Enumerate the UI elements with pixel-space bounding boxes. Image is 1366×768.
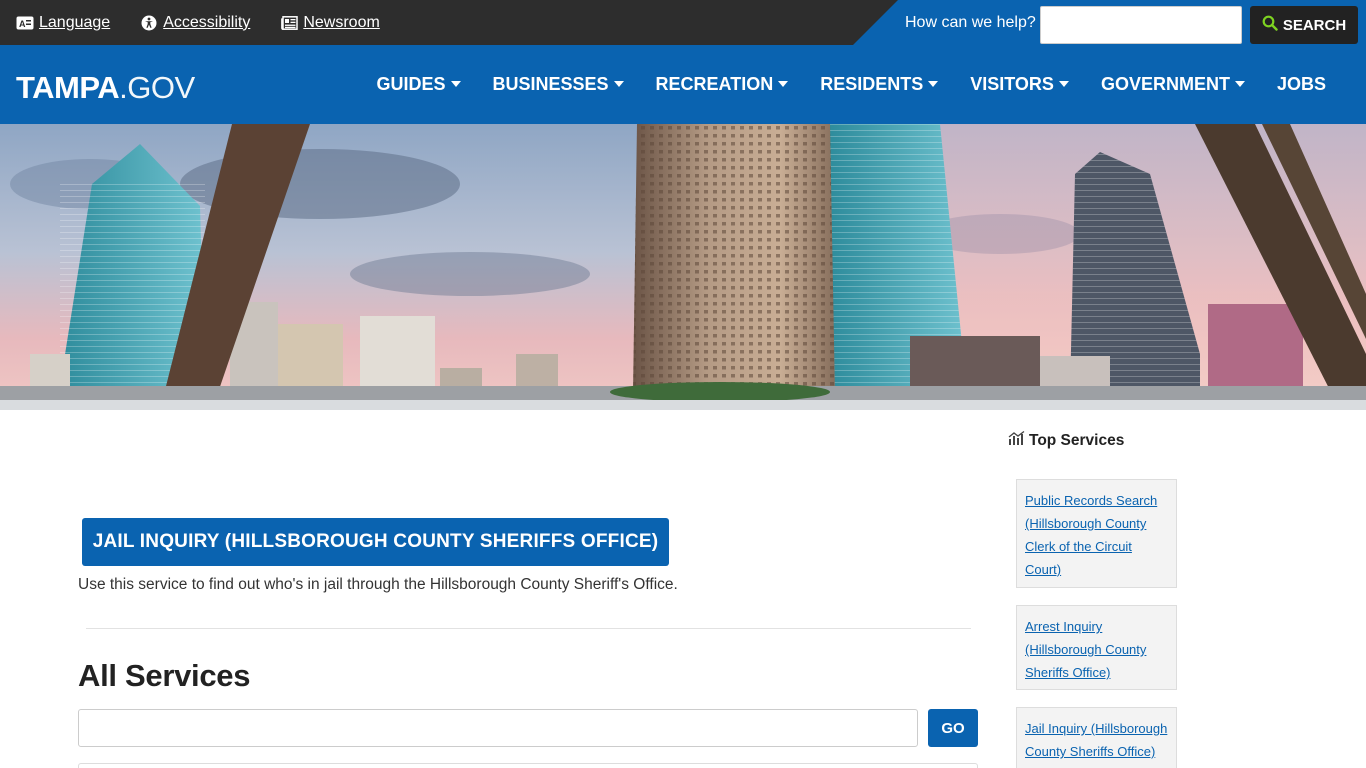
language-link[interactable]: A Language xyxy=(16,14,110,32)
top-service-card: Public Records Search (Hillsborough Coun… xyxy=(1016,479,1177,588)
nav-item-government[interactable]: GOVERNMENT xyxy=(1101,74,1245,95)
accessibility-label: Accessibility xyxy=(163,13,251,31)
newsroom-link[interactable]: Newsroom xyxy=(280,13,380,32)
section-divider xyxy=(86,628,971,629)
all-services-title: All Services xyxy=(78,658,251,693)
jail-inquiry-button[interactable]: JAIL INQUIRY (HILLSBOROUGH COUNTY SHERIF… xyxy=(82,518,669,566)
nav-item-label: GUIDES xyxy=(376,74,446,94)
caret-down-icon xyxy=(613,80,624,87)
main-nav: TAMPA.GOV GUIDES BUSINESSES RECREATION R… xyxy=(0,45,1366,124)
caret-down-icon xyxy=(928,80,939,87)
caret-down-icon xyxy=(1058,80,1069,87)
trending-chart-icon xyxy=(1008,430,1025,450)
language-icon: A xyxy=(16,15,34,31)
all-services-search-input[interactable] xyxy=(78,709,918,747)
language-label: Language xyxy=(39,13,111,31)
newspaper-icon xyxy=(280,15,298,31)
services-list xyxy=(78,763,978,768)
search-button-label: SEARCH xyxy=(1282,16,1347,34)
nav-item-label: GOVERNMENT xyxy=(1100,74,1230,94)
service-description: Use this service to find out who's in ja… xyxy=(78,576,678,593)
accessibility-icon xyxy=(140,15,158,31)
nav-item-label: RESIDENTS xyxy=(820,74,924,94)
nav-item-guides[interactable]: GUIDES xyxy=(376,74,461,95)
nav-item-label: VISITORS xyxy=(970,74,1054,94)
nav-item-label: RECREATION xyxy=(655,74,774,94)
go-button[interactable]: GO xyxy=(928,709,978,747)
caret-down-icon xyxy=(450,80,461,87)
help-label: How can we help? xyxy=(905,14,1036,31)
caret-down-icon xyxy=(1234,80,1245,87)
logo-light: .GOV xyxy=(119,70,195,105)
nav-item-visitors[interactable]: VISITORS xyxy=(970,74,1069,95)
accessibility-link[interactable]: Accessibility xyxy=(140,14,250,32)
nav-item-jobs[interactable]: JOBS xyxy=(1277,74,1326,95)
site-logo[interactable]: TAMPA.GOV xyxy=(16,70,195,106)
top-services-heading: Top Services xyxy=(1008,430,1125,450)
top-service-link-arrest-inquiry[interactable]: Arrest Inquiry (Hillsborough County Sher… xyxy=(1025,615,1168,684)
top-service-link-jail-inquiry[interactable]: Jail Inquiry (Hillsborough County Sherif… xyxy=(1025,717,1168,763)
nav-item-businesses[interactable]: BUSINESSES xyxy=(493,74,624,95)
site-search-input[interactable] xyxy=(1040,6,1242,44)
top-service-card: Arrest Inquiry (Hillsborough County Sher… xyxy=(1016,605,1177,690)
hero-banner-image xyxy=(0,124,1366,410)
search-icon xyxy=(1262,15,1278,35)
top-services-title: Top Services xyxy=(1029,431,1125,449)
nav-item-recreation[interactable]: RECREATION xyxy=(656,74,789,95)
utility-links: A Language Accessibility Newsroom xyxy=(16,0,380,45)
logo-strong: TAMPA xyxy=(16,70,120,105)
nav-item-label: BUSINESSES xyxy=(492,74,609,94)
nav-item-label: JOBS xyxy=(1276,74,1326,94)
caret-down-icon xyxy=(778,80,789,87)
svg-text:A: A xyxy=(19,19,26,29)
nav-menu: GUIDES BUSINESSES RECREATION RESIDENTS V… xyxy=(376,45,1326,124)
utility-bar: A Language Accessibility Newsroom How ca… xyxy=(0,0,1366,45)
newsroom-label: Newsroom xyxy=(303,13,380,31)
nav-item-residents[interactable]: RESIDENTS xyxy=(820,74,939,95)
search-button[interactable]: SEARCH xyxy=(1250,6,1358,44)
top-service-link-public-records[interactable]: Public Records Search (Hillsborough Coun… xyxy=(1025,489,1168,581)
top-service-card: Jail Inquiry (Hillsborough County Sherif… xyxy=(1016,707,1177,768)
